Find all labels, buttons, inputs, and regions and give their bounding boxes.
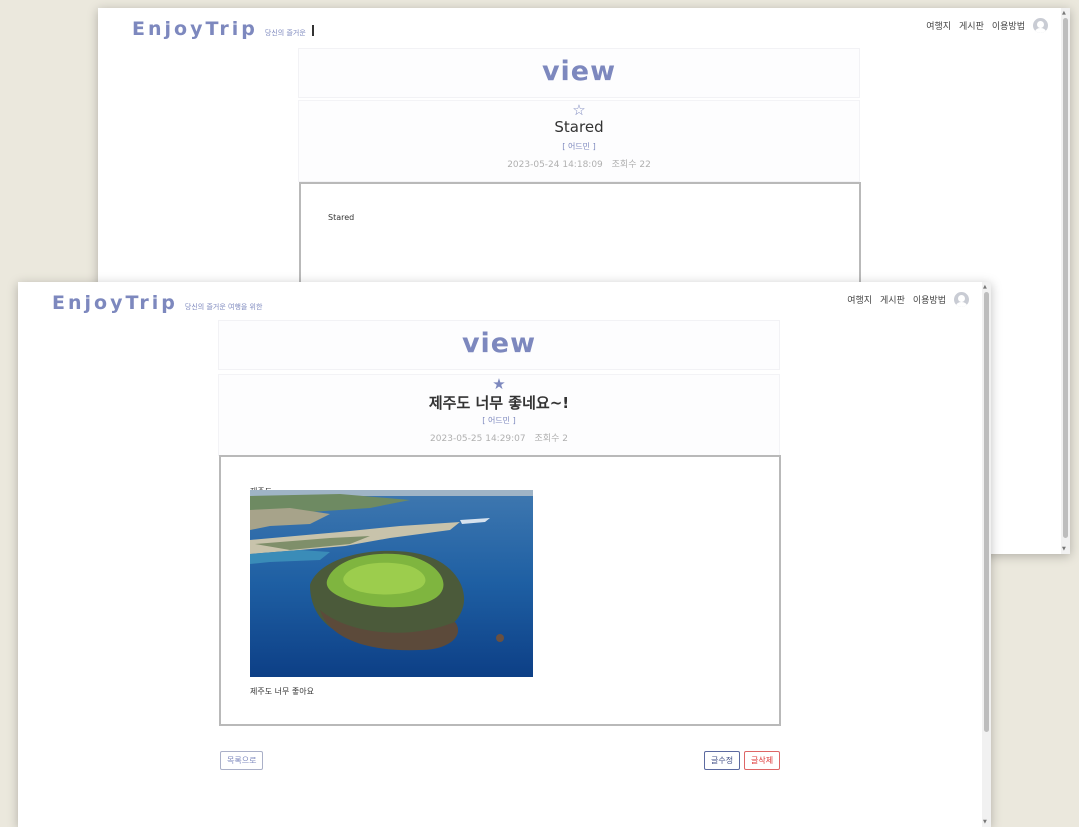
text-cursor-icon [311, 25, 314, 36]
scroll-down-icon[interactable]: ▼ [1062, 546, 1066, 552]
nav-link-destinations[interactable]: 여행지 [926, 19, 951, 32]
nav-link-destinations[interactable]: 여행지 [847, 293, 872, 306]
nav-links: 여행지 게시판 이용방법 [926, 18, 1048, 33]
front-browser-window: EnjoyTrip 당신의 즐거운 여행을 위한 여행지 게시판 이용방법 vi… [18, 282, 991, 827]
star-filled-icon[interactable]: ★ [219, 375, 779, 393]
brand-logo[interactable]: EnjoyTrip 당신의 즐거운 [132, 18, 314, 40]
post-content-text: Stared [328, 213, 355, 222]
post-author: [ 어드민 ] [562, 142, 596, 151]
top-nav: EnjoyTrip 당신의 즐거운 여행을 위한 여행지 게시판 이용방법 [18, 282, 991, 322]
user-avatar-icon[interactable] [1033, 18, 1048, 33]
star-outline-icon[interactable]: ☆ [299, 101, 859, 119]
logo-text: EnjoyTrip [132, 18, 258, 40]
brand-logo[interactable]: EnjoyTrip 당신의 즐거운 여행을 위한 [52, 292, 262, 314]
scroll-up-icon[interactable]: ▲ [983, 284, 987, 290]
post-header: ★ 제주도 너무 좋네요~! [ 어드민 ] 2023-05-25 14:29:… [218, 374, 780, 456]
post-title: 제주도 너무 좋네요~! [428, 394, 570, 412]
edit-post-button[interactable]: 글수정 [704, 751, 741, 770]
jeju-island-image [250, 490, 533, 677]
nav-links: 여행지 게시판 이용방법 [847, 292, 969, 307]
post-views: 조회수 2 [534, 434, 568, 444]
logo-text: EnjoyTrip [52, 292, 178, 314]
nav-link-board[interactable]: 게시판 [959, 19, 984, 32]
scroll-up-icon[interactable]: ▲ [1062, 10, 1066, 16]
top-nav: EnjoyTrip 당신의 즐거운 여행지 게시판 이용방법 [98, 8, 1070, 48]
back-to-list-button[interactable]: 목록으로 [220, 751, 264, 770]
logo-tagline: 당신의 즐거운 [264, 29, 306, 37]
post-header: ☆ Stared [ 어드민 ] 2023-05-24 14:18:09 조회수… [298, 100, 860, 182]
nav-link-howto[interactable]: 이용방법 [913, 293, 946, 306]
scroll-down-icon[interactable]: ▼ [983, 819, 987, 825]
post-date: 2023-05-24 14:18:09 [507, 160, 603, 170]
nav-link-howto[interactable]: 이용방법 [992, 19, 1025, 32]
delete-post-button[interactable]: 글삭제 [744, 751, 781, 770]
scrollbar-thumb[interactable] [984, 292, 989, 732]
post-date: 2023-05-25 14:29:07 [430, 434, 526, 444]
post-author: [ 어드민 ] [482, 416, 516, 425]
post-content-box: 제주도 너무 좋아요 [219, 455, 781, 726]
user-avatar-icon[interactable] [954, 292, 969, 307]
scrollbar-thumb[interactable] [1063, 18, 1068, 538]
view-banner: view [218, 320, 780, 370]
front-scrollbar[interactable]: ▲ ▼ [982, 282, 991, 827]
view-banner: view [298, 48, 860, 98]
back-scrollbar[interactable]: ▲ ▼ [1061, 8, 1070, 554]
nav-link-board[interactable]: 게시판 [880, 293, 905, 306]
post-meta: 2023-05-24 14:18:09 조회수 22 [299, 157, 859, 170]
post-views: 조회수 22 [611, 160, 651, 170]
post-meta: 2023-05-25 14:29:07 조회수 2 [219, 431, 779, 444]
post-title: Stared [554, 118, 604, 136]
post-content-text-bottom: 제주도 너무 좋아요 [250, 687, 314, 696]
logo-tagline: 당신의 즐거운 여행을 위한 [184, 303, 263, 311]
